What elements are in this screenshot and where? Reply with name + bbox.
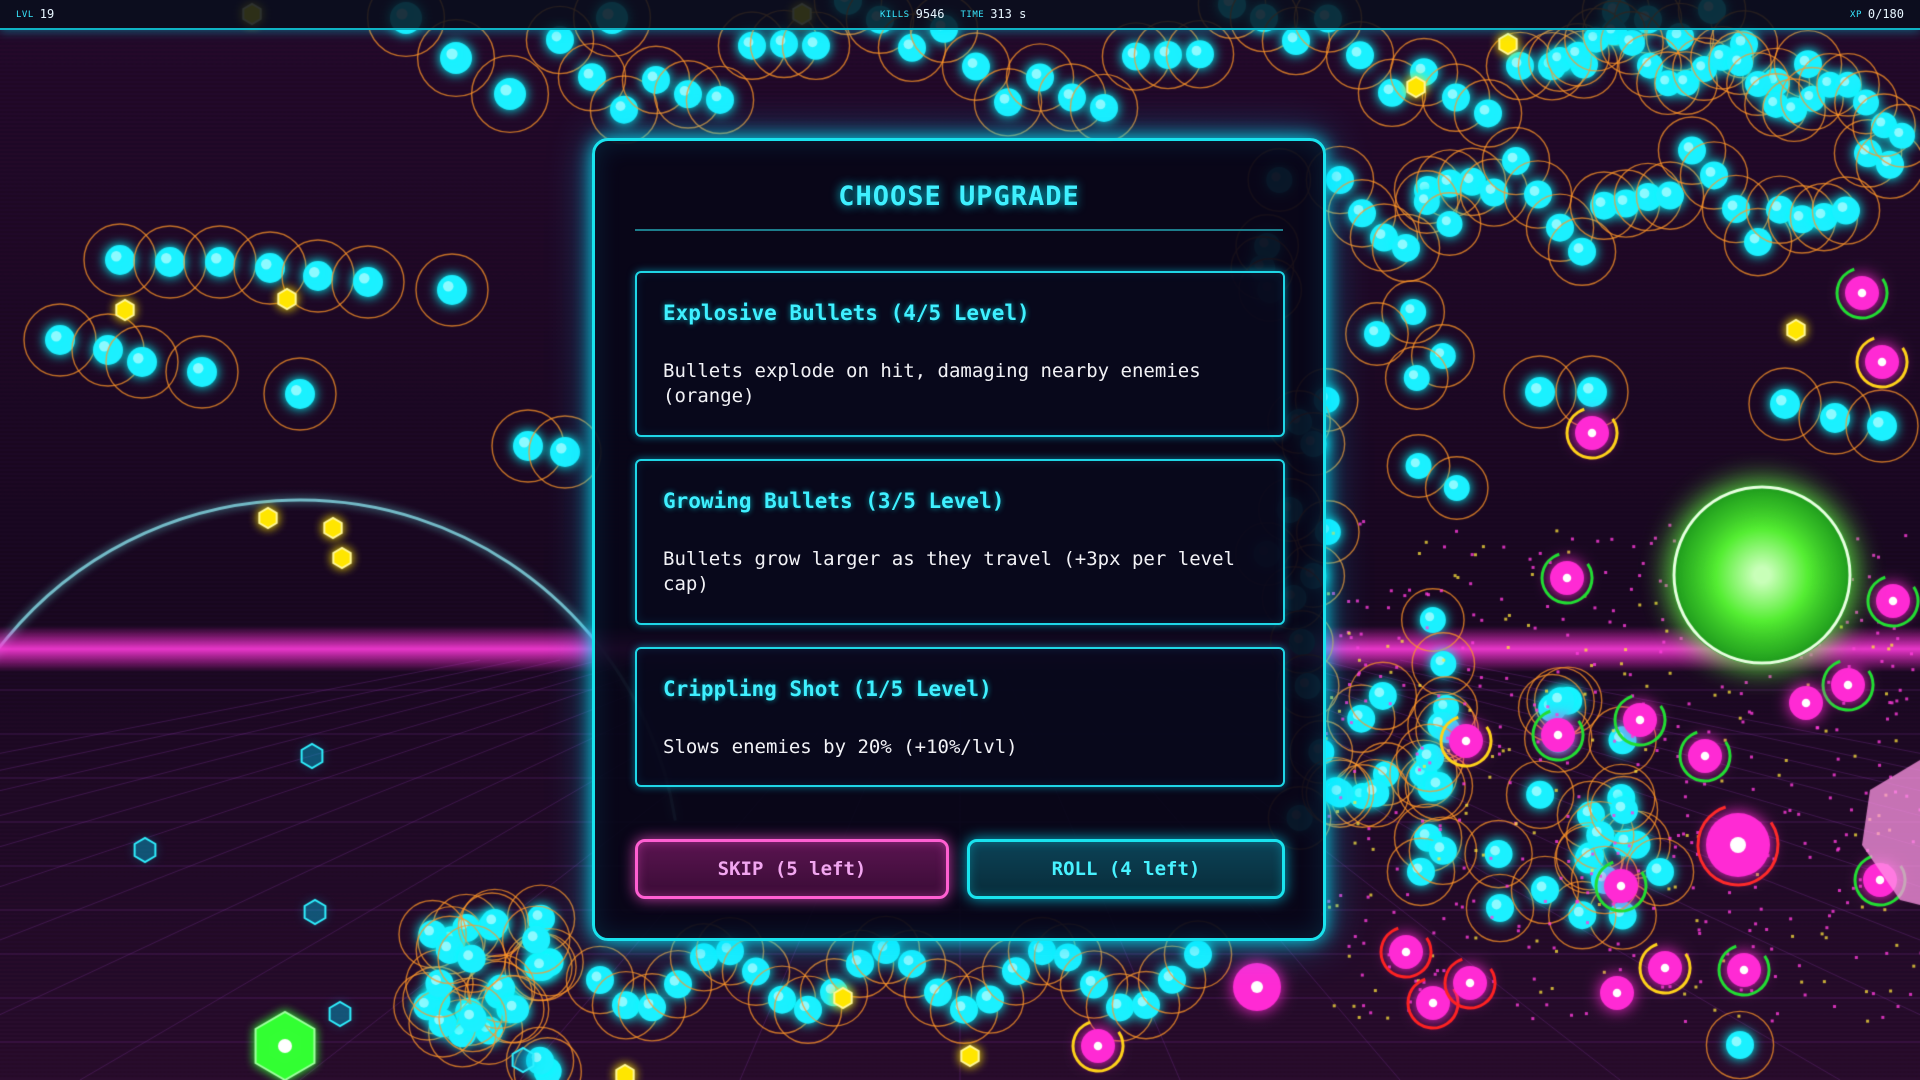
hud-stats: KILLS 9546 TIME 313 s [880, 0, 1026, 29]
upgrade-option-explosive-bullets[interactable]: Explosive Bullets (4/5 Level) Bullets ex… [635, 271, 1285, 437]
xp-label: XP [1850, 10, 1862, 20]
xp-value: 0/180 [1867, 7, 1904, 21]
kills-label: KILLS [880, 10, 910, 20]
hud-xp: XP 0/180 [1850, 0, 1904, 29]
upgrade-option-title: Crippling Shot (1/5 Level) [663, 677, 992, 701]
level-value: 19 [39, 7, 55, 21]
modal-title: CHOOSE UPGRADE [838, 181, 1080, 212]
upgrade-option-description: Bullets explode on hit, damaging nearby … [663, 360, 1201, 407]
hud-level: LVL 19 [16, 0, 54, 29]
upgrade-option-description: Bullets grow larger as they travel (+3px… [663, 548, 1235, 595]
hud-bar: LVL 19 KILLS 9546 TIME 313 s XP 0/180 [0, 0, 1920, 30]
time-label: TIME [960, 10, 985, 20]
level-label: LVL [16, 10, 34, 20]
skip-button[interactable]: SKIP (5 left) [635, 839, 949, 899]
roll-button[interactable]: ROLL (4 left) [967, 839, 1285, 899]
upgrade-option-crippling-shot[interactable]: Crippling Shot (1/5 Level) Slows enemies… [635, 647, 1285, 787]
title-divider [635, 229, 1283, 231]
upgrade-modal: CHOOSE UPGRADE Explosive Bullets (4/5 Le… [592, 138, 1326, 941]
upgrade-option-title: Explosive Bullets (4/5 Level) [663, 301, 1030, 325]
time-value: 313 s [990, 7, 1027, 21]
upgrade-option-description: Slows enemies by 20% (+10%/lvl) [663, 736, 1018, 758]
upgrade-option-title: Growing Bullets (3/5 Level) [663, 489, 1005, 513]
upgrade-option-growing-bullets[interactable]: Growing Bullets (3/5 Level) Bullets grow… [635, 459, 1285, 625]
kills-value: 9546 [915, 7, 945, 21]
